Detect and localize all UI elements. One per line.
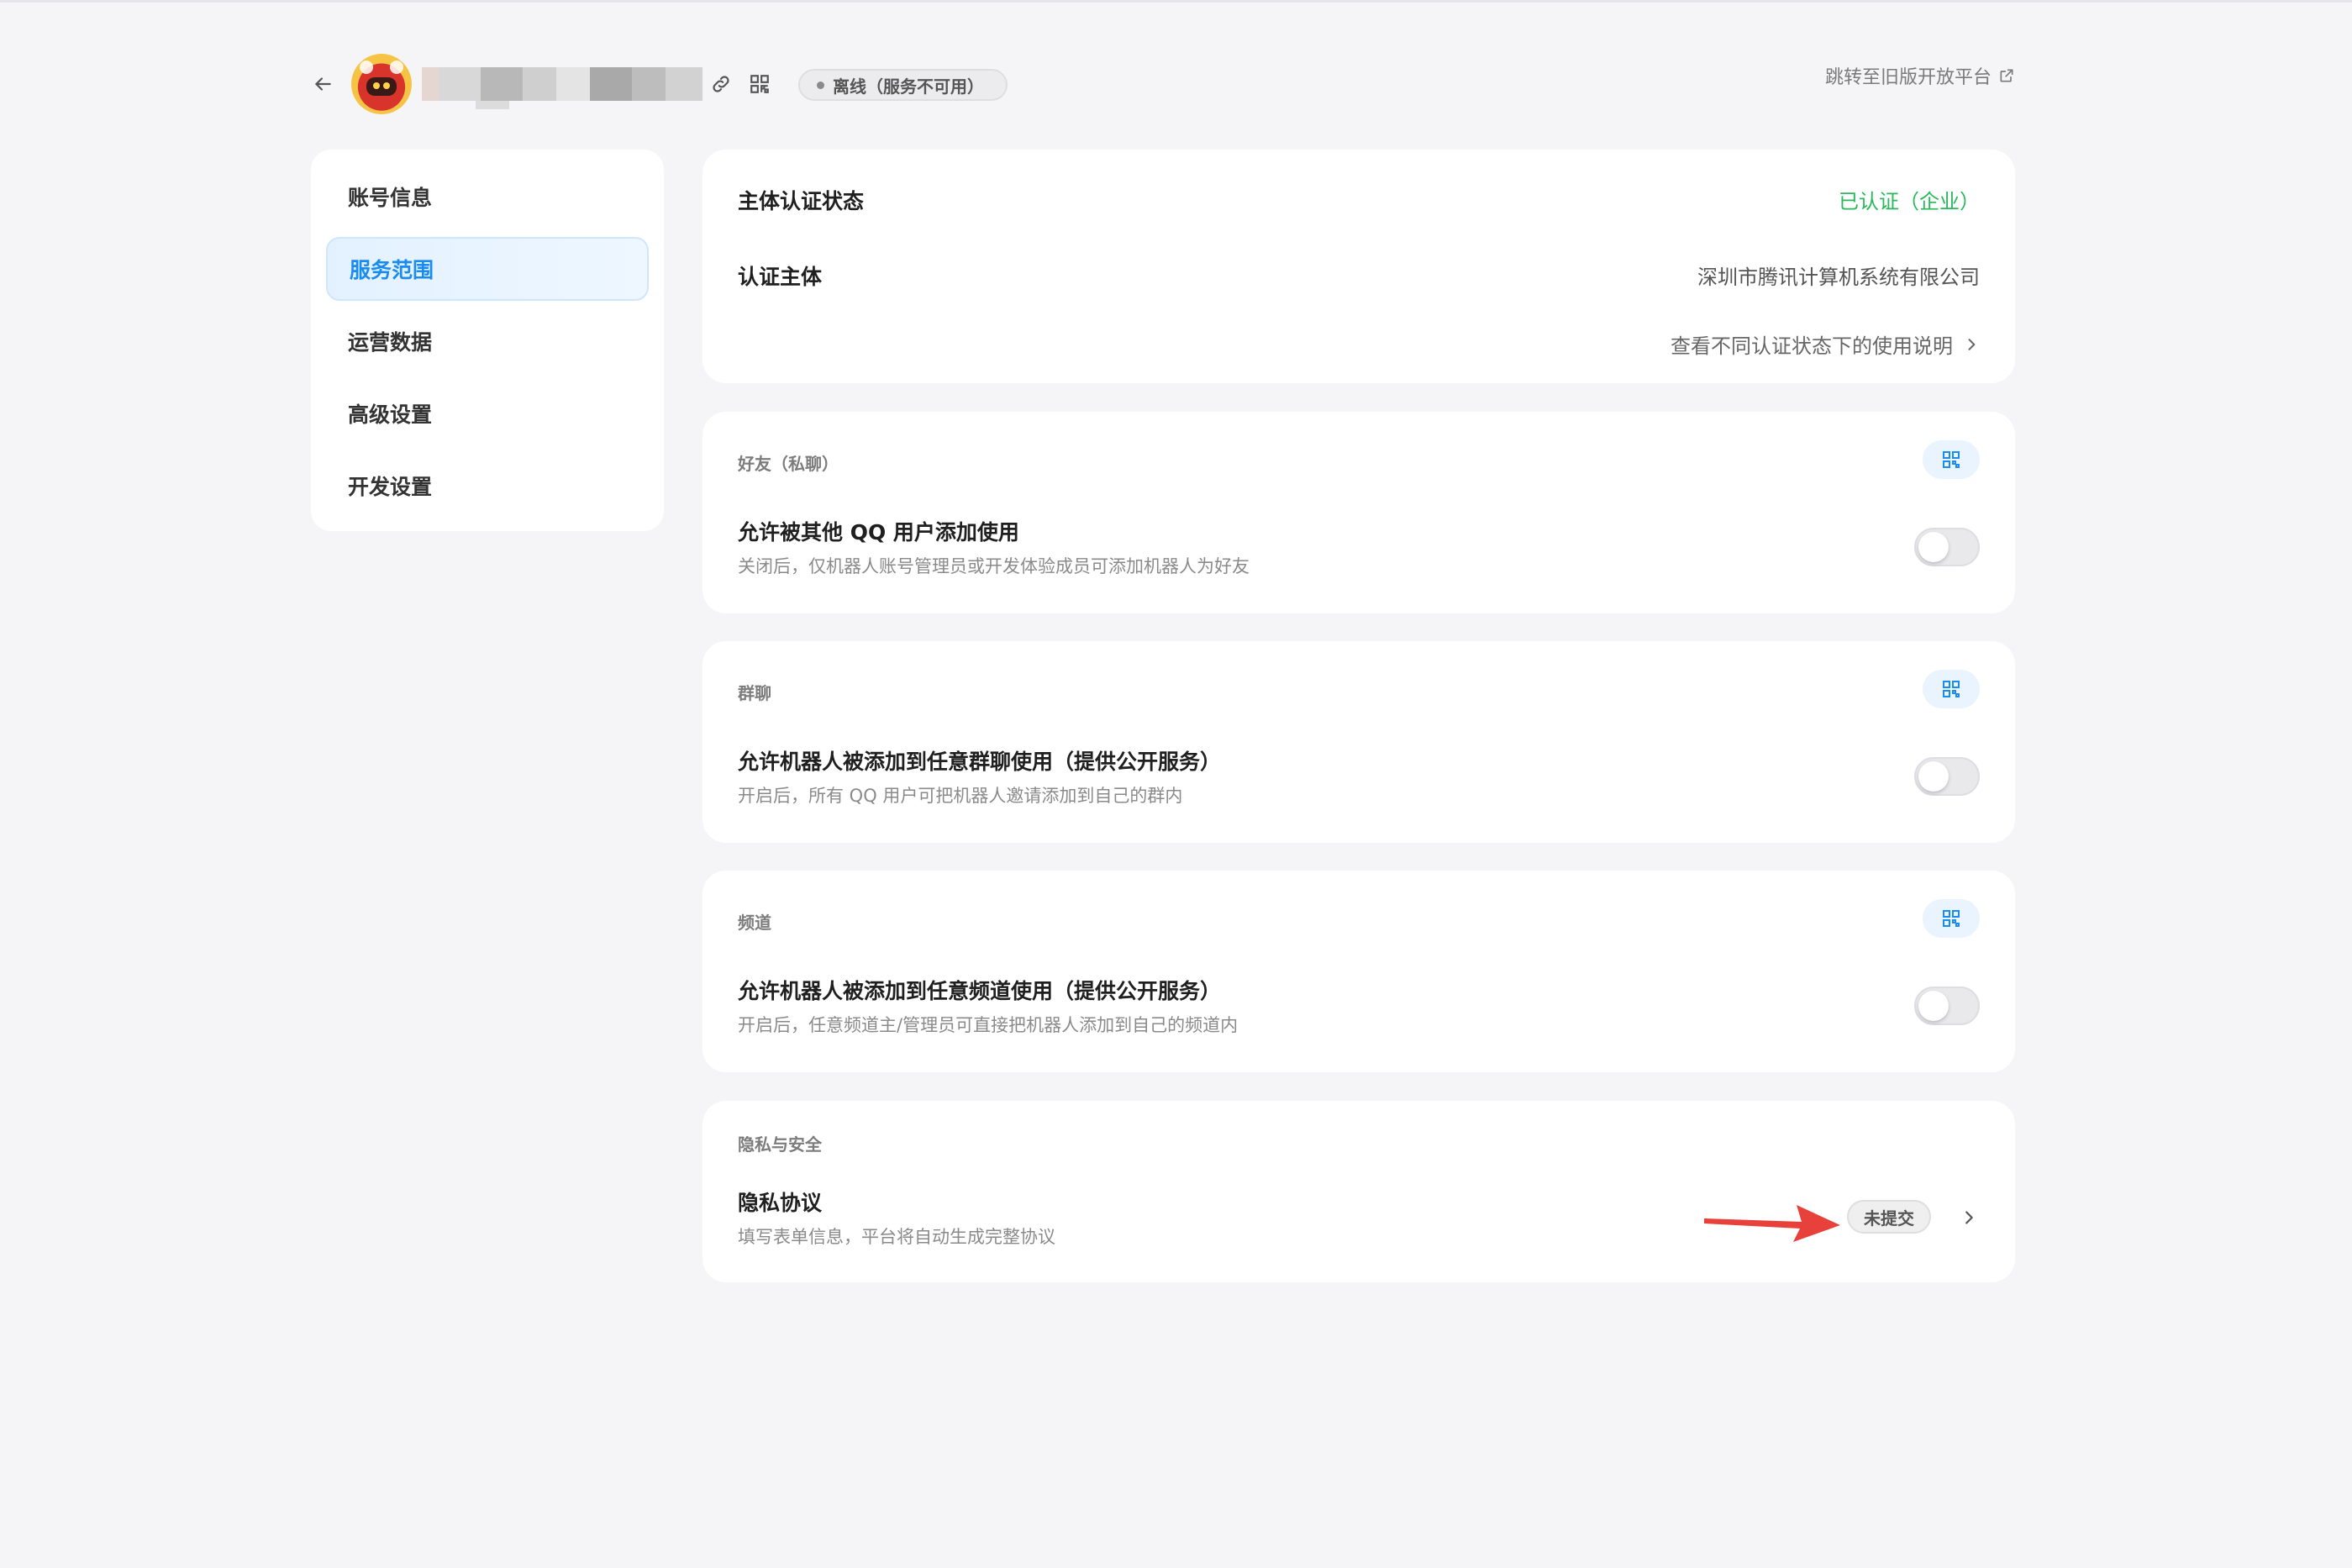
privacy-open-button[interactable] [1956, 1205, 1981, 1230]
annotation-arrow-icon [1704, 1205, 1840, 1242]
sidebar-item-label: 服务范围 [350, 258, 434, 282]
privacy-setting-desc: 填写表单信息，平台将自动生成完整协议 [738, 1227, 1055, 1247]
top-border [0, 0, 2352, 3]
sidebar-item-advanced-settings[interactable]: 高级设置 [326, 381, 649, 445]
group-qr-button[interactable] [1923, 670, 1980, 708]
privacy-status-badge: 未提交 [1847, 1200, 1931, 1234]
sidebar-item-service-scope[interactable]: 服务范围 [326, 237, 649, 301]
verification-entity-value: 深圳市腾讯计算机系统有限公司 [1697, 266, 1980, 289]
qr-code-icon [1943, 681, 1960, 697]
privacy-setting-title: 隐私协议 [738, 1191, 823, 1215]
sidebar-item-label: 开发设置 [348, 475, 433, 499]
group-section-title: 群聊 [738, 683, 771, 703]
verification-status-label: 主体认证状态 [738, 189, 865, 213]
channel-card: 频道 允许机器人被添加到任意频道使用（提供公开服务） 开启后，任意频道主/管理员… [702, 871, 2015, 1072]
channel-section-title: 频道 [738, 913, 771, 933]
arrow-left-icon [315, 77, 331, 91]
qr-code-icon [1943, 910, 1960, 927]
online-status-badge: 离线（服务不可用） [798, 69, 1008, 101]
group-setting-desc: 开启后，所有 QQ 用户可把机器人邀请添加到自己的群内 [738, 786, 1183, 806]
avatar-ear-left [360, 61, 373, 74]
channel-toggle[interactable] [1914, 987, 1980, 1025]
toggle-knob [1918, 532, 1949, 562]
external-link-icon [2000, 69, 2013, 82]
verification-status-value: 已认证（企业） [1839, 190, 1980, 213]
group-card: 群聊 允许机器人被添加到任意群聊使用（提供公开服务） 开启后，所有 QQ 用户可… [702, 641, 2015, 843]
chevron-right-icon [1968, 338, 1976, 350]
copy-link-button[interactable] [706, 69, 736, 99]
usage-instructions-label: 查看不同认证状态下的使用说明 [1671, 334, 1953, 358]
channel-setting-title: 允许机器人被添加到任意频道使用（提供公开服务） [738, 979, 1222, 1003]
status-label: 离线（服务不可用） [833, 76, 984, 97]
sidebar-item-account-info[interactable]: 账号信息 [326, 165, 649, 229]
old-platform-link[interactable]: 跳转至旧版开放平台 [1825, 62, 2015, 89]
sidebar-item-operation-data[interactable]: 运营数据 [326, 309, 649, 373]
friends-setting-desc: 关闭后，仅机器人账号管理员或开发体验成员可添加机器人为好友 [738, 556, 1250, 576]
avatar-ear-right [390, 61, 403, 74]
bot-id-redacted [476, 101, 509, 109]
verification-entity-label: 认证主体 [738, 265, 823, 289]
link-icon [713, 76, 729, 92]
toggle-knob [1918, 761, 1949, 792]
status-dot [817, 81, 824, 89]
friends-card: 好友（私聊） 允许被其他 QQ 用户添加使用 关闭后，仅机器人账号管理员或开发体… [702, 412, 2015, 613]
avatar-eye-right [383, 82, 390, 89]
back-button[interactable] [308, 69, 338, 99]
sidebar-item-label: 运营数据 [348, 330, 433, 355]
old-platform-link-label: 跳转至旧版开放平台 [1824, 67, 1992, 88]
friends-setting-title: 允许被其他 QQ 用户添加使用 [738, 520, 1019, 545]
avatar-eye-left [373, 82, 380, 89]
sidebar-item-label: 账号信息 [348, 186, 433, 210]
qr-code-button[interactable] [745, 69, 775, 99]
friends-toggle[interactable] [1914, 528, 1980, 566]
bot-name-redacted [422, 67, 702, 101]
sidebar-item-label: 高级设置 [348, 403, 433, 427]
qr-code-icon [1943, 451, 1960, 468]
friends-qr-button[interactable] [1923, 440, 1980, 479]
channel-qr-button[interactable] [1923, 899, 1980, 938]
privacy-card[interactable]: 隐私与安全 隐私协议 填写表单信息，平台将自动生成完整协议 未提交 [702, 1101, 2015, 1282]
chevron-right-icon [1965, 1211, 1973, 1224]
bot-avatar [351, 54, 412, 114]
page-header: 离线（服务不可用） 跳转至旧版开放平台 [308, 54, 2015, 114]
verification-card: 主体认证状态 已认证（企业） 认证主体 深圳市腾讯计算机系统有限公司 查看不同认… [702, 150, 2015, 383]
privacy-section-title: 隐私与安全 [738, 1134, 822, 1155]
toggle-knob [1918, 991, 1949, 1021]
usage-instructions-link[interactable]: 查看不同认证状态下的使用说明 [1671, 329, 1980, 359]
group-setting-title: 允许机器人被添加到任意群聊使用（提供公开服务） [738, 750, 1222, 774]
avatar-face [366, 77, 397, 96]
settings-sidebar: 账号信息 服务范围 运营数据 高级设置 开发设置 [311, 150, 664, 531]
qr-code-icon [750, 75, 769, 93]
sidebar-item-dev-settings[interactable]: 开发设置 [326, 454, 649, 518]
group-toggle[interactable] [1914, 757, 1980, 796]
friends-section-title: 好友（私聊） [738, 454, 839, 474]
channel-setting-desc: 开启后，任意频道主/管理员可直接把机器人添加到自己的频道内 [738, 1015, 1239, 1035]
